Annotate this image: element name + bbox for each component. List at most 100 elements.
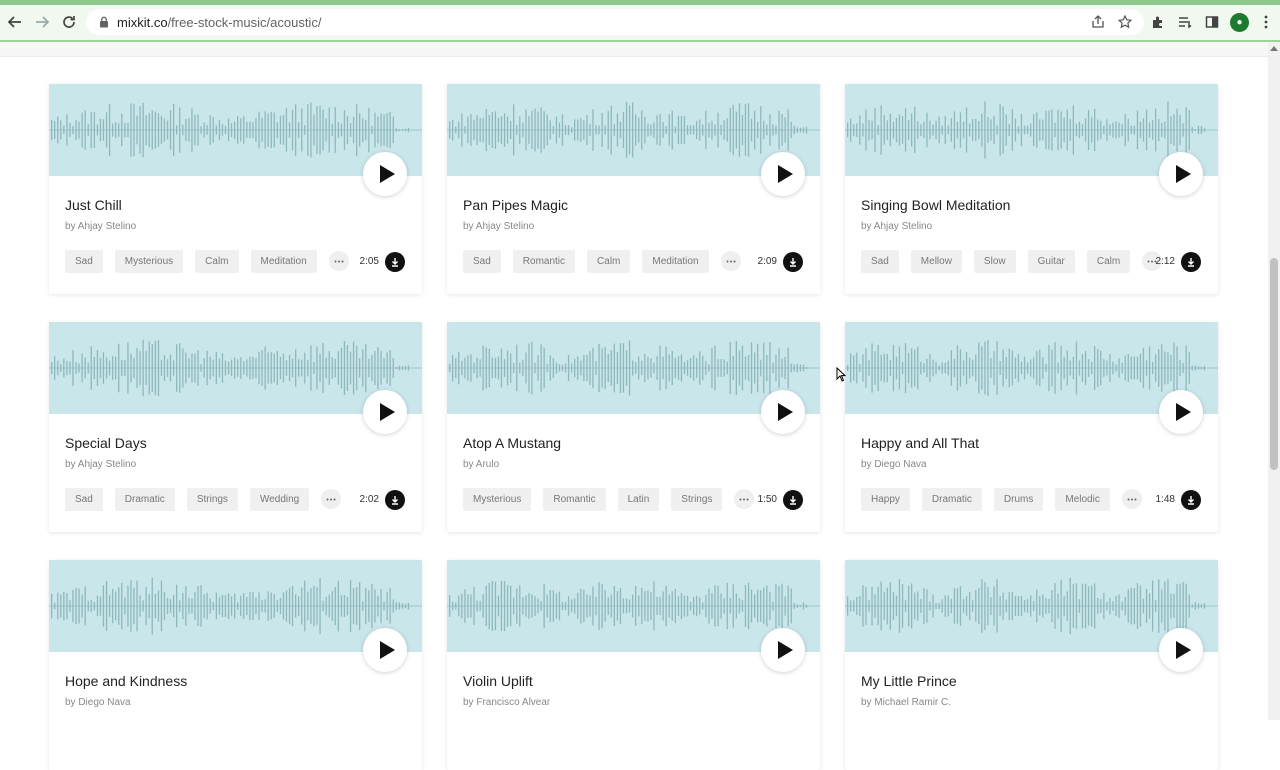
tag-chip[interactable]: Sad <box>65 488 103 511</box>
menu-icon[interactable] <box>1256 12 1276 32</box>
tag-chip[interactable]: Romantic <box>543 488 606 511</box>
side-panel-icon[interactable] <box>1202 12 1222 32</box>
tag-chip[interactable]: Strings <box>186 488 238 511</box>
extensions-icon[interactable] <box>1148 12 1168 32</box>
track-card: My Little Prince by Michael Ramir C. <box>845 560 1218 770</box>
tag-chip[interactable]: Calm <box>587 250 631 273</box>
tag-chip[interactable]: Meditation <box>642 250 709 273</box>
tag-list: Sad Romantic Calm Meditation <box>463 250 741 273</box>
tag-chip[interactable]: Strings <box>671 488 723 511</box>
tag-chip[interactable]: Wedding <box>249 488 310 511</box>
tag-chip[interactable]: Mysterious <box>114 250 184 273</box>
tag-chip[interactable]: Sad <box>65 250 103 273</box>
play-icon <box>1175 165 1191 183</box>
tag-chip[interactable]: Sad <box>463 250 501 273</box>
page-scrollbar[interactable] <box>1268 42 1280 720</box>
track-author[interactable]: by Diego Nava <box>65 697 131 708</box>
track-author[interactable]: by Diego Nava <box>861 459 927 470</box>
tag-list: Mysterious Romantic Latin Strings <box>463 488 755 511</box>
track-author[interactable]: by Ahjay Stelino <box>463 221 534 232</box>
track-title[interactable]: Violin Uplift <box>463 673 533 689</box>
track-title[interactable]: Happy and All That <box>861 435 979 451</box>
track-title[interactable]: Atop A Mustang <box>463 435 561 451</box>
more-tags-button[interactable] <box>321 489 342 509</box>
play-button[interactable] <box>761 152 805 196</box>
play-button[interactable] <box>363 628 407 672</box>
tag-chip[interactable]: Calm <box>1086 250 1131 273</box>
address-bar[interactable]: mixkit.co/free-stock-music/acoustic/ <box>86 9 1144 35</box>
track-title[interactable]: Special Days <box>65 435 147 451</box>
track-title[interactable]: Singing Bowl Meditation <box>861 197 1010 213</box>
track-author[interactable]: by Ahjay Stelino <box>861 221 932 232</box>
track-duration: 2:02 <box>359 494 379 505</box>
play-button[interactable] <box>761 390 805 434</box>
play-icon <box>1175 641 1191 659</box>
reload-icon[interactable] <box>59 12 79 32</box>
share-icon[interactable] <box>1089 13 1107 31</box>
tag-chip[interactable]: Calm <box>195 250 239 273</box>
tag-chip[interactable]: Guitar <box>1027 250 1075 273</box>
mouse-cursor-icon <box>836 366 847 387</box>
play-button[interactable] <box>363 152 407 196</box>
tag-chip[interactable]: Sad <box>861 250 899 273</box>
track-author[interactable]: by Francisco Alvear <box>463 697 550 708</box>
track-card: Violin Uplift by Francisco Alvear <box>447 560 820 770</box>
more-tags-button[interactable] <box>1121 489 1142 509</box>
tag-chip[interactable]: Melodic <box>1055 488 1110 511</box>
tag-chip[interactable]: Latin <box>617 488 660 511</box>
download-button[interactable] <box>385 252 405 272</box>
more-tags-button[interactable] <box>328 251 349 271</box>
download-button[interactable] <box>385 490 405 510</box>
track-duration: 1:48 <box>1155 494 1175 505</box>
scroll-thumb[interactable] <box>1270 258 1278 470</box>
track-card: Singing Bowl Meditation by Ahjay Stelino S… <box>845 84 1218 294</box>
tag-chip[interactable]: Dramatic <box>921 488 982 511</box>
track-duration: 2:05 <box>359 256 379 267</box>
track-title[interactable]: Hope and Kindness <box>65 673 187 689</box>
download-button[interactable] <box>783 252 803 272</box>
play-button[interactable] <box>1159 628 1203 672</box>
tag-chip[interactable]: Slow <box>973 250 1016 273</box>
track-author[interactable]: by Ahjay Stelino <box>65 221 136 232</box>
url-host: mixkit.co <box>117 14 168 30</box>
url-text[interactable]: mixkit.co/free-stock-music/acoustic/ <box>117 15 321 30</box>
track-card: Atop A Mustang by Arulo Mysterious Romantic… <box>447 322 820 532</box>
tag-chip[interactable]: Romantic <box>512 250 576 273</box>
forward-arrow-icon[interactable] <box>32 12 52 32</box>
tag-chip[interactable]: Drums <box>993 488 1044 511</box>
reading-list-icon[interactable] <box>1175 12 1195 32</box>
download-button[interactable] <box>783 490 803 510</box>
play-button[interactable] <box>363 390 407 434</box>
profile-avatar[interactable]: ● <box>1230 13 1249 32</box>
tag-chip[interactable]: Dramatic <box>114 488 175 511</box>
url-path: /free-stock-music/acoustic/ <box>167 14 322 30</box>
tag-chip[interactable]: Happy <box>861 488 910 511</box>
tag-list: Sad Dramatic Strings Wedding <box>65 488 342 511</box>
track-author[interactable]: by Arulo <box>463 459 499 470</box>
tag-chip[interactable]: Mellow <box>910 250 962 273</box>
play-icon <box>777 403 793 421</box>
track-author[interactable]: by Michael Ramir C. <box>861 697 951 708</box>
lock-icon[interactable] <box>97 15 111 29</box>
tag-chip[interactable]: Meditation <box>250 250 317 273</box>
tag-list: Sad Mysterious Calm Meditation <box>65 250 349 273</box>
track-author[interactable]: by Ahjay Stelino <box>65 459 136 470</box>
tag-chip[interactable]: Mysterious <box>463 488 532 511</box>
download-icon <box>1188 496 1194 505</box>
track-card: Happy and All That by Diego Nava Happy Dram… <box>845 322 1218 532</box>
download-button[interactable] <box>1181 490 1201 510</box>
track-title[interactable]: Pan Pipes Magic <box>463 197 568 213</box>
more-tags-button[interactable] <box>720 251 741 271</box>
download-icon <box>392 496 398 505</box>
play-button[interactable] <box>1159 390 1203 434</box>
play-button[interactable] <box>761 628 805 672</box>
play-button[interactable] <box>1159 152 1203 196</box>
back-arrow-icon[interactable] <box>5 12 25 32</box>
star-icon[interactable] <box>1116 13 1134 31</box>
track-title[interactable]: Just Chill <box>65 197 122 213</box>
play-icon <box>379 641 395 659</box>
scroll-up-arrow[interactable] <box>1270 46 1278 51</box>
download-button[interactable] <box>1181 252 1201 272</box>
more-dots-icon <box>1127 498 1137 500</box>
track-title[interactable]: My Little Prince <box>861 673 957 689</box>
